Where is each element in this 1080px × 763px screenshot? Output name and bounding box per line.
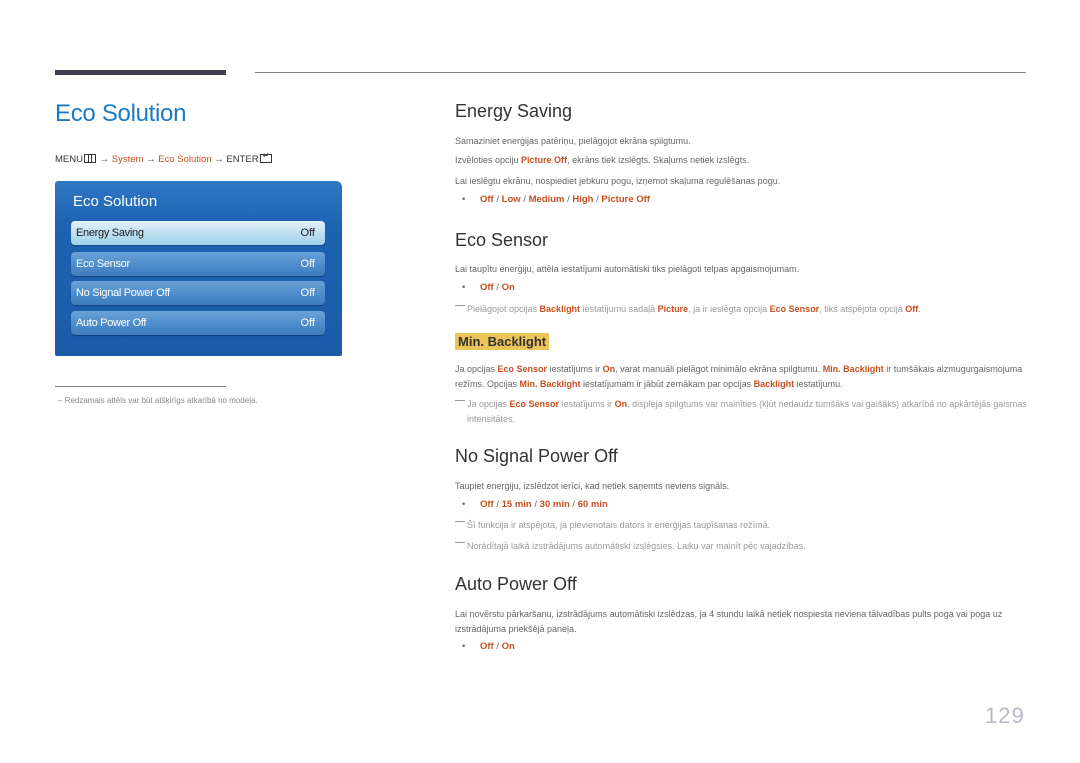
subsection-title-min-backlight: Min. Backlight [455, 333, 550, 350]
no-signal-note-1: Šī funkcija ir atspējota, ja pievienotai… [455, 518, 770, 533]
osd-item-value: Off [300, 287, 315, 299]
arrow-icon: → [99, 154, 110, 165]
osd-title: Eco Solution [73, 193, 158, 210]
arrow-icon: → [146, 154, 156, 165]
breadcrumb-eco-solution: Eco Solution [158, 154, 212, 165]
arrow-icon: → [214, 154, 224, 165]
osd-item-eco-sensor: Eco Sensor Off [71, 252, 325, 276]
osd-item-label: Eco Sensor [76, 258, 130, 270]
section-title-auto-power-off: Auto Power Off [455, 574, 577, 594]
header-rule [255, 72, 1026, 73]
page-title: Eco Solution [55, 100, 187, 127]
enter-icon [259, 151, 272, 163]
breadcrumb-system: System [111, 154, 144, 165]
auto-power-off-options: • Off / On [462, 641, 515, 652]
osd-item-label: Energy Saving [76, 227, 144, 239]
header-bar-thick [55, 70, 226, 75]
osd-item-value: Off [300, 258, 315, 270]
osd-item-auto-power-off: Auto Power Off Off [71, 311, 325, 335]
min-backlight-note: Ja opcijas Eco Sensor iestatījums ir On,… [455, 397, 1027, 427]
osd-menu-illustration: Eco Solution Energy Saving Off Eco Senso… [55, 181, 342, 356]
energy-saving-picture-off-desc: Izvēloties opciju Picture Off, ekrāns ti… [455, 155, 750, 165]
menu-icon [83, 154, 96, 163]
eco-sensor-options: • Off / On [462, 282, 515, 293]
osd-item-label: Auto Power Off [76, 317, 147, 329]
footnote: – Redzamais attēls var būt atšķirīgs atk… [58, 396, 258, 405]
osd-item-value: Off [300, 317, 315, 329]
eco-sensor-desc: Lai taupītu enerģiju, attēla iestatījumi… [455, 264, 800, 274]
no-signal-desc: Taupiet enerģiju, izslēdzot ierīci, kad … [455, 481, 730, 491]
section-title-eco-sensor: Eco Sensor [455, 230, 549, 250]
energy-saving-wake-desc: Lai ieslēgtu ekrānu, nospiediet jebkuru … [455, 176, 781, 186]
energy-saving-options: • Off / Low / Medium / High / Picture Off [462, 194, 650, 205]
section-title-no-signal-power-off: No Signal Power Off [455, 446, 618, 466]
breadcrumb-enter: ENTER [226, 154, 259, 165]
osd-item-energy-saving: Energy Saving Off [71, 221, 325, 245]
osd-item-value: Off [300, 227, 315, 239]
no-signal-options: • Off / 15 min / 30 min / 60 min [462, 499, 608, 510]
min-backlight-desc: Ja opcijas Eco Sensor iestatījums ir On,… [455, 364, 1023, 389]
energy-saving-desc: Samaziniet enerģijas patēriņu, pielāgojo… [455, 136, 691, 146]
no-signal-note-2: Norādītajā laikā izstrādājums automātisk… [455, 539, 806, 554]
breadcrumb-menu: MENU [55, 154, 83, 165]
auto-power-off-desc: Lai novērstu pārkaršanu, izstrādājums au… [455, 609, 1003, 634]
footnote-text: Redzamais attēls var būt atšķirīgs atkar… [64, 396, 258, 405]
eco-sensor-note: Pielāgojot opcijas Backlight iestatījumu… [455, 302, 921, 317]
page-number: 129 [985, 703, 1025, 728]
osd-item-label: No Signal Power Off [76, 287, 170, 299]
osd-item-no-signal-power-off: No Signal Power Off Off [71, 281, 325, 305]
footnote-rule [55, 386, 226, 387]
section-title-energy-saving: Energy Saving [455, 101, 573, 121]
breadcrumb: MENU → System → Eco Solution → ENTER [55, 151, 273, 165]
